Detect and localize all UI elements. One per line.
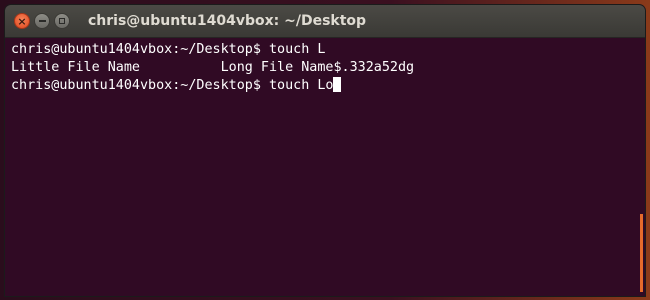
maximize-icon [59, 18, 65, 24]
minimize-button[interactable] [34, 13, 50, 29]
terminal-line: chris@ubuntu1404vbox:~/Desktop$ touch L [11, 42, 326, 57]
text-cursor [333, 77, 342, 92]
terminal-line: Little File Name Long File Name$.332a52d… [11, 60, 415, 75]
minimize-icon [38, 20, 46, 22]
title-bar[interactable]: × chris@ubuntu1404vbox: ~/Desktop [5, 5, 645, 38]
maximize-button[interactable] [54, 13, 70, 29]
terminal-line-current: chris@ubuntu1404vbox:~/Desktop$ touch Lo [11, 77, 645, 95]
terminal-prompt-text: chris@ubuntu1404vbox:~/Desktop$ touch Lo [11, 78, 334, 93]
close-icon: × [17, 14, 27, 28]
close-button[interactable]: × [14, 13, 30, 29]
terminal-area[interactable]: chris@ubuntu1404vbox:~/Desktop$ touch L … [5, 38, 645, 296]
scrollbar-indicator[interactable] [640, 214, 643, 292]
window-title: chris@ubuntu1404vbox: ~/Desktop [88, 13, 367, 29]
terminal-window: × chris@ubuntu1404vbox: ~/Desktop chris@… [5, 5, 645, 296]
